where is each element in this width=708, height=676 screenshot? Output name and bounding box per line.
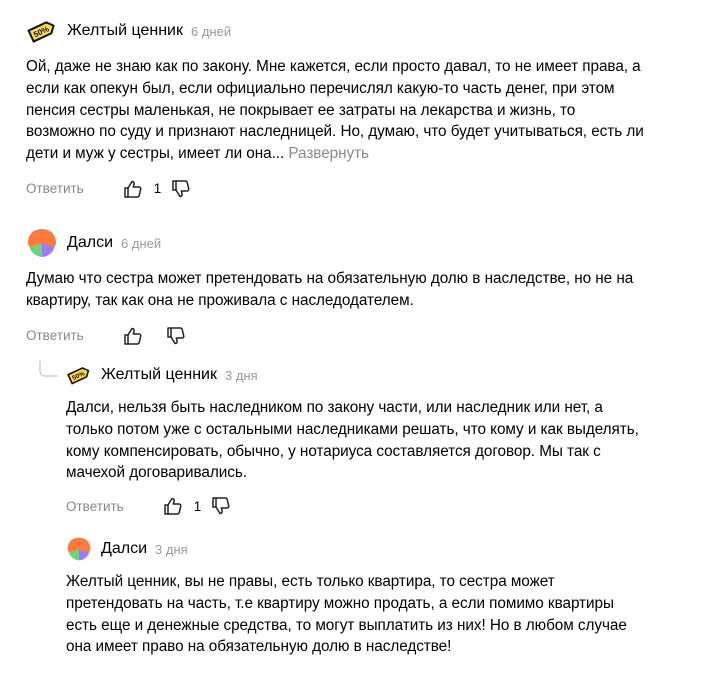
comment-actions: Ответить <box>26 325 646 347</box>
comment-time: 6 дней <box>190 23 232 39</box>
comment-header: Далси 3 дня <box>66 536 646 562</box>
reply-button[interactable]: Ответить <box>66 499 124 514</box>
comment: 50% Желтый ценник 6 дней Ой, даже не зна… <box>26 15 646 200</box>
thumbs-up-icon <box>163 497 182 515</box>
avatar[interactable] <box>66 536 92 562</box>
comment-text: Ой, даже не знаю как по закону. Мне каже… <box>26 56 646 165</box>
dislike-button[interactable] <box>166 326 186 346</box>
dislike-button[interactable] <box>211 496 231 516</box>
avatar[interactable]: 50% <box>66 362 92 388</box>
petal-avatar-icon <box>66 536 92 562</box>
comment-text: Далси, нельзя быть наследником по закону… <box>66 397 646 484</box>
comment-body: Желтый ценник, вы не правы, есть только … <box>66 573 627 656</box>
comment: Далси 6 дней Думаю что сестра может прет… <box>26 227 646 347</box>
comment-body: Думаю что сестра может претендовать на о… <box>26 270 634 309</box>
comment-header: 50% Желтый ценник 6 дней <box>26 15 646 47</box>
thumbs-up-icon <box>123 180 142 198</box>
like-button[interactable]: 1 <box>163 496 202 516</box>
yellow-price-tag-icon: 50% <box>66 362 92 388</box>
reply-button[interactable]: Ответить <box>26 328 84 343</box>
thumbs-down-icon <box>212 497 230 515</box>
like-button[interactable] <box>123 326 143 346</box>
comment-time: 3 дня <box>224 367 258 383</box>
comment-actions: Ответить 1 <box>66 495 646 517</box>
like-button[interactable]: 1 <box>123 179 162 199</box>
thumbs-down-icon <box>172 180 190 198</box>
avatar[interactable] <box>26 227 58 259</box>
comment-header: Далси 6 дней <box>26 227 646 259</box>
reply-comment: Далси 3 дня Желтый ценник, вы не правы, … <box>66 536 646 658</box>
yellow-price-tag-icon: 50% <box>26 15 58 47</box>
avatar[interactable]: 50% <box>26 15 58 47</box>
dislike-button[interactable] <box>171 179 191 199</box>
thumbs-down-icon <box>166 326 185 344</box>
comment-header: 50% Желтый ценник 3 дня <box>66 362 646 388</box>
comment-time: 3 дня <box>155 541 188 557</box>
author-name[interactable]: Желтый ценник <box>67 22 183 40</box>
like-count: 1 <box>193 498 202 514</box>
comment-body: Далси, нельзя быть наследником по закону… <box>66 399 639 482</box>
author-name[interactable]: Далси <box>101 540 147 558</box>
thread-connector <box>39 361 58 377</box>
author-name[interactable]: Желтый ценник <box>101 366 217 384</box>
reply-button[interactable]: Ответить <box>26 181 84 196</box>
expand-link[interactable]: Развернуть <box>288 145 369 162</box>
comment-actions: Ответить 1 <box>26 178 646 200</box>
like-count: 1 <box>153 181 162 197</box>
author-name[interactable]: Далси <box>67 234 113 252</box>
reply-comment: 50% Желтый ценник 3 дня Далси, нельзя бы… <box>66 362 646 517</box>
comment-time: 6 дней <box>121 235 162 251</box>
comment-text: Думаю что сестра может претендовать на о… <box>26 268 646 312</box>
petal-avatar-icon <box>26 227 58 259</box>
thumbs-up-icon <box>123 327 142 345</box>
comment-text: Желтый ценник, вы не правы, есть только … <box>66 571 646 658</box>
